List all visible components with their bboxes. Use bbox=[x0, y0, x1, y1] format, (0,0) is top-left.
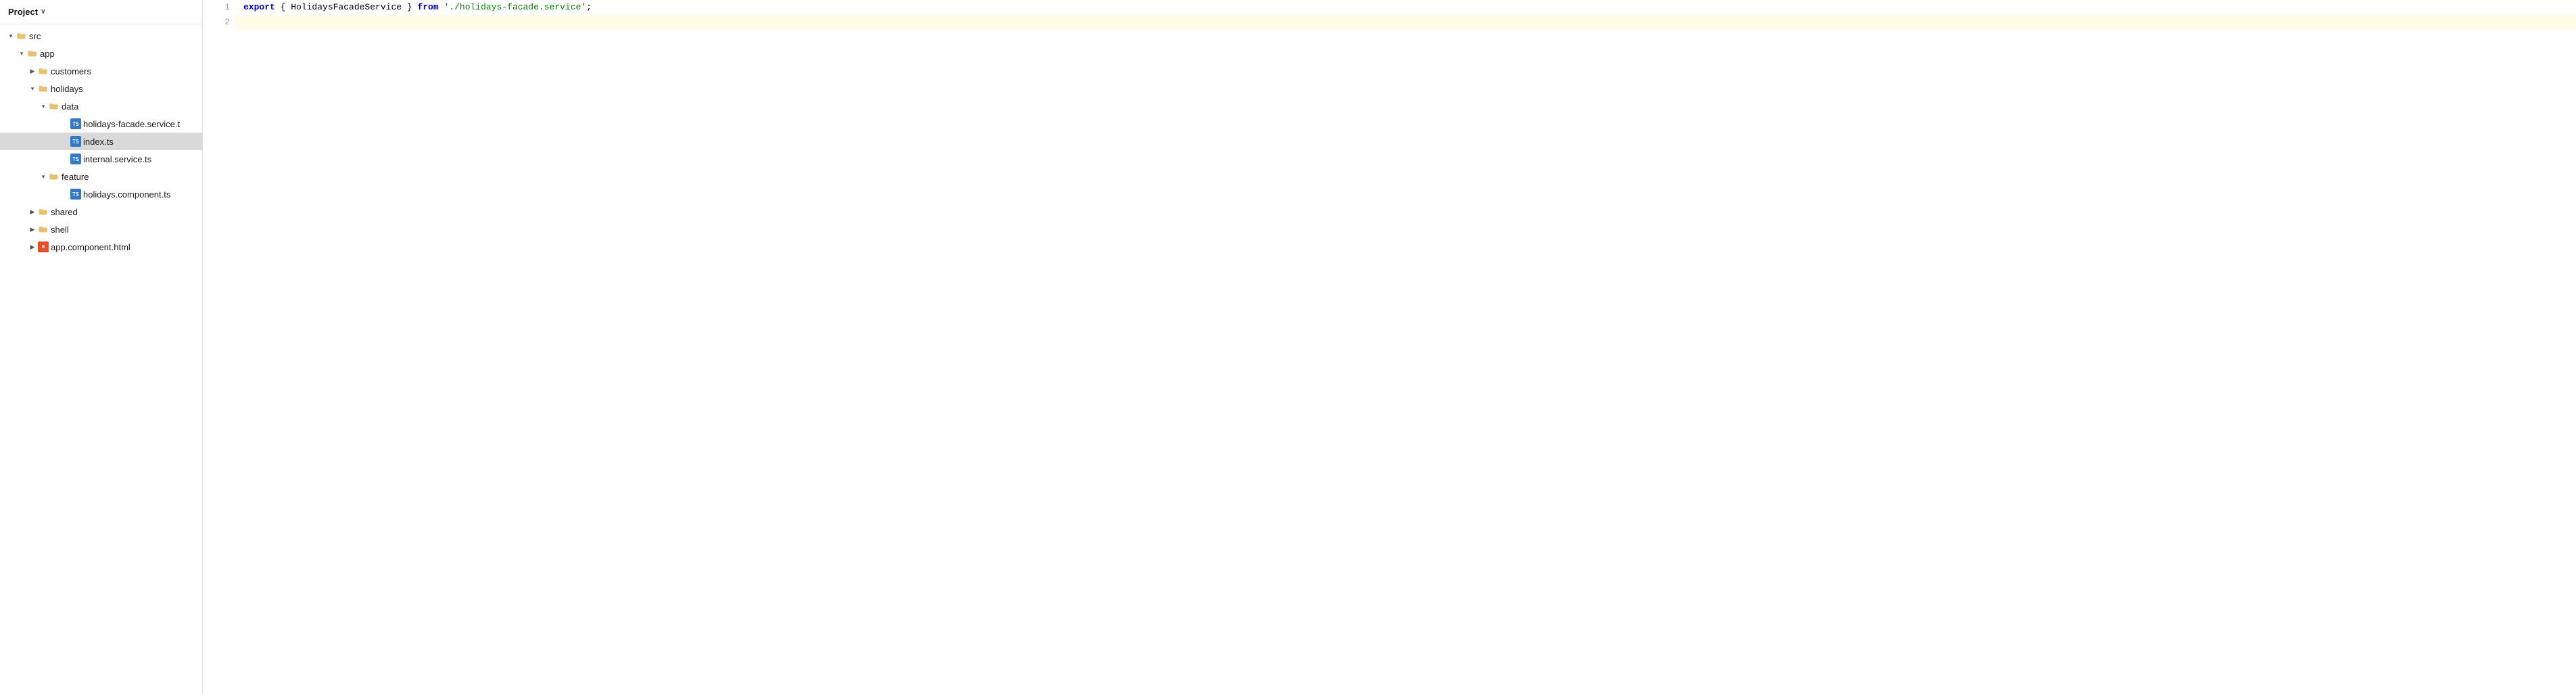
toggle-placeholder bbox=[59, 154, 70, 164]
sidebar-item-shared[interactable]: shared bbox=[0, 203, 202, 221]
folder-icon bbox=[49, 101, 59, 112]
toggle-icon[interactable] bbox=[27, 66, 38, 76]
toggle-placeholder bbox=[59, 136, 70, 147]
sidebar-item-label: shared bbox=[51, 207, 78, 217]
ts-file-icon: TS bbox=[70, 154, 81, 164]
code-text: ; bbox=[586, 2, 592, 12]
html-file-icon: H bbox=[38, 241, 49, 252]
code-line-1: export { HolidaysFacadeService } from '.… bbox=[235, 0, 2576, 15]
sidebar-item-label: src bbox=[29, 31, 41, 41]
toggle-icon[interactable] bbox=[5, 30, 16, 41]
sidebar-item-holidays[interactable]: holidays bbox=[0, 80, 202, 97]
string-literal: './holidays-facade.service' bbox=[444, 2, 586, 12]
line-number-1: 1 bbox=[208, 0, 230, 15]
folder-icon bbox=[49, 171, 59, 182]
editor-content[interactable]: 1 2 export { HolidaysFacadeService } fro… bbox=[203, 0, 2576, 694]
sidebar-item-holidays-component[interactable]: TS holidays.component.ts bbox=[0, 185, 202, 203]
ts-file-icon: TS bbox=[70, 118, 81, 129]
folder-icon bbox=[38, 224, 49, 235]
sidebar-item-label: internal.service.ts bbox=[83, 154, 151, 164]
sidebar-item-app[interactable]: app bbox=[0, 45, 202, 62]
sidebar-item-label: holidays-facade.service.t bbox=[83, 119, 180, 129]
folder-icon bbox=[38, 206, 49, 217]
sidebar-item-data[interactable]: data bbox=[0, 97, 202, 115]
folder-icon bbox=[38, 83, 49, 94]
code-area[interactable]: export { HolidaysFacadeService } from '.… bbox=[235, 0, 2576, 694]
sidebar-item-label: app.component.html bbox=[51, 242, 130, 252]
ts-file-icon: TS bbox=[70, 189, 81, 200]
sidebar-item-shell[interactable]: shell bbox=[0, 221, 202, 238]
sidebar-item-index-ts[interactable]: TS index.ts bbox=[0, 133, 202, 150]
toggle-icon[interactable] bbox=[38, 101, 49, 112]
sidebar-item-label: holidays.component.ts bbox=[83, 189, 170, 200]
code-text: { HolidaysFacadeService } bbox=[275, 2, 418, 12]
sidebar-item-label: shell bbox=[51, 225, 69, 235]
toggle-placeholder bbox=[59, 189, 70, 200]
sidebar-chevron-icon[interactable]: ∨ bbox=[41, 8, 45, 16]
sidebar-item-holidays-facade-service[interactable]: TS holidays-facade.service.t bbox=[0, 115, 202, 133]
toggle-icon[interactable] bbox=[38, 171, 49, 182]
sidebar-tree: src app bbox=[0, 24, 202, 694]
code-line-2 bbox=[235, 15, 2576, 30]
sidebar-item-customers[interactable]: customers bbox=[0, 62, 202, 80]
line-numbers: 1 2 bbox=[203, 0, 235, 694]
sidebar-item-label: index.ts bbox=[83, 137, 114, 147]
sidebar-title: Project bbox=[8, 7, 38, 17]
sidebar-item-feature[interactable]: feature bbox=[0, 168, 202, 185]
sidebar-item-src[interactable]: src bbox=[0, 27, 202, 45]
toggle-icon[interactable] bbox=[27, 241, 38, 252]
sidebar-item-label: data bbox=[62, 101, 78, 112]
sidebar-item-label: feature bbox=[62, 172, 89, 182]
ts-file-icon: TS bbox=[70, 136, 81, 147]
sidebar-item-label: holidays bbox=[51, 84, 83, 94]
toggle-icon[interactable] bbox=[16, 48, 27, 59]
folder-icon bbox=[38, 66, 49, 76]
toggle-icon[interactable] bbox=[27, 206, 38, 217]
toggle-icon[interactable] bbox=[27, 224, 38, 235]
keyword-from: from bbox=[417, 2, 438, 12]
folder-icon bbox=[16, 30, 27, 41]
toggle-icon[interactable] bbox=[27, 83, 38, 94]
sidebar-header[interactable]: Project ∨ bbox=[0, 0, 202, 24]
toggle-placeholder bbox=[59, 118, 70, 129]
sidebar-item-app-component-html[interactable]: H app.component.html bbox=[0, 238, 202, 256]
sidebar-item-label: customers bbox=[51, 66, 91, 76]
sidebar-item-label: app bbox=[40, 49, 55, 59]
sidebar-item-internal-service[interactable]: TS internal.service.ts bbox=[0, 150, 202, 168]
keyword-export: export bbox=[243, 2, 275, 12]
folder-icon bbox=[27, 48, 38, 59]
editor: 1 2 export { HolidaysFacadeService } fro… bbox=[203, 0, 2576, 694]
sidebar: Project ∨ src bbox=[0, 0, 203, 694]
line-number-2: 2 bbox=[208, 15, 230, 30]
